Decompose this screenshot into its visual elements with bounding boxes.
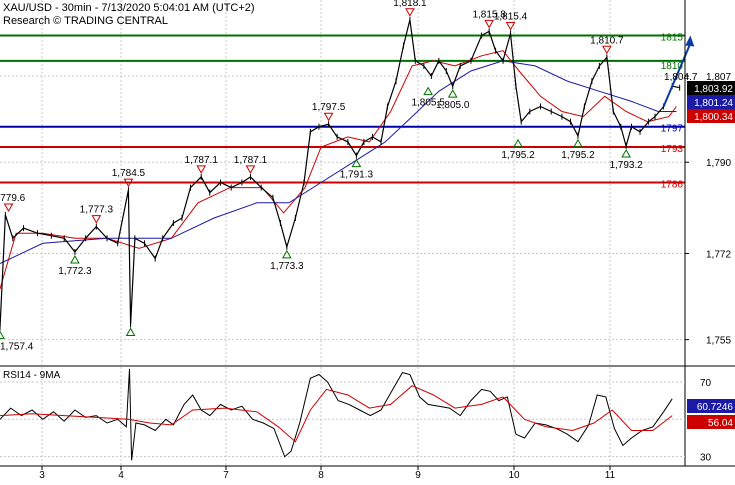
annotation-label: 1,805.0 xyxy=(436,100,470,111)
level-label-1815: 1815 xyxy=(661,32,684,43)
rsi-tag-label: 56.04 xyxy=(708,418,733,429)
price-tag-label: 1,803.92 xyxy=(694,84,733,95)
rsi-title: RSI14 - 9MA xyxy=(3,370,61,381)
annotation-label: 1,791.3 xyxy=(340,170,374,181)
chart-title: XAU/USD - 30min - 7/13/2020 5:04:01 AM (… xyxy=(3,2,255,14)
annotation-label: 1,797.5 xyxy=(312,102,346,113)
x-tick-label: 4 xyxy=(118,470,124,480)
x-tick-label: 11 xyxy=(605,470,616,480)
annotation-label: 1,810.7 xyxy=(590,35,624,46)
annotation-label: 1,777.3 xyxy=(80,205,114,216)
chart-root: 1,755 1,772 1,790 1,807 1815 1810 1797 1793 178… xyxy=(0,0,735,481)
annotation-label: 1,772.3 xyxy=(58,266,92,277)
x-tick-label: 10 xyxy=(508,470,520,480)
level-label-1786: 1786 xyxy=(661,180,684,191)
annotation-label: 1,787.1 xyxy=(234,155,268,166)
price-tag-label: 1,800.34 xyxy=(694,112,733,123)
annotation-label: 1,757.4 xyxy=(0,341,34,352)
y-tick-label: 1,772 xyxy=(706,249,731,260)
annotation-label: 1,784.5 xyxy=(112,168,146,179)
annotation-label: 1,787.1 xyxy=(185,155,219,166)
annotation-label: 1,818.1 xyxy=(393,0,427,9)
chart-subtitle: Research © TRADING CENTRAL xyxy=(3,15,168,27)
x-tick-label: 7 xyxy=(223,470,229,480)
price-tag-label: 1,801.24 xyxy=(694,98,733,109)
annotation-label: 1,815.4 xyxy=(494,11,528,22)
annotation-label: 1,795.2 xyxy=(501,150,535,161)
y-tick-label: 1,790 xyxy=(706,158,731,169)
annotation-label: 1,779.6 xyxy=(0,193,26,204)
level-label-1797: 1797 xyxy=(661,124,684,135)
annotation-label: 1,773.3 xyxy=(270,261,304,272)
rsi-tick-label: 70 xyxy=(700,378,712,389)
x-tick-label: 8 xyxy=(318,470,324,480)
y-tick-label: 1,755 xyxy=(706,336,731,347)
annotation-label: 1,793.2 xyxy=(609,160,643,171)
x-tick-label: 9 xyxy=(415,470,421,480)
annotation-label: 1,795.2 xyxy=(561,150,595,161)
x-tick-label: 3 xyxy=(39,470,45,480)
rsi-tick-label: 30 xyxy=(700,453,712,464)
level-label-1793: 1793 xyxy=(661,144,684,155)
trading-chart: 1,7551,7721,7901,807 1815181017971793178… xyxy=(0,0,735,481)
rsi-tag-label: 60.7246 xyxy=(697,402,734,413)
